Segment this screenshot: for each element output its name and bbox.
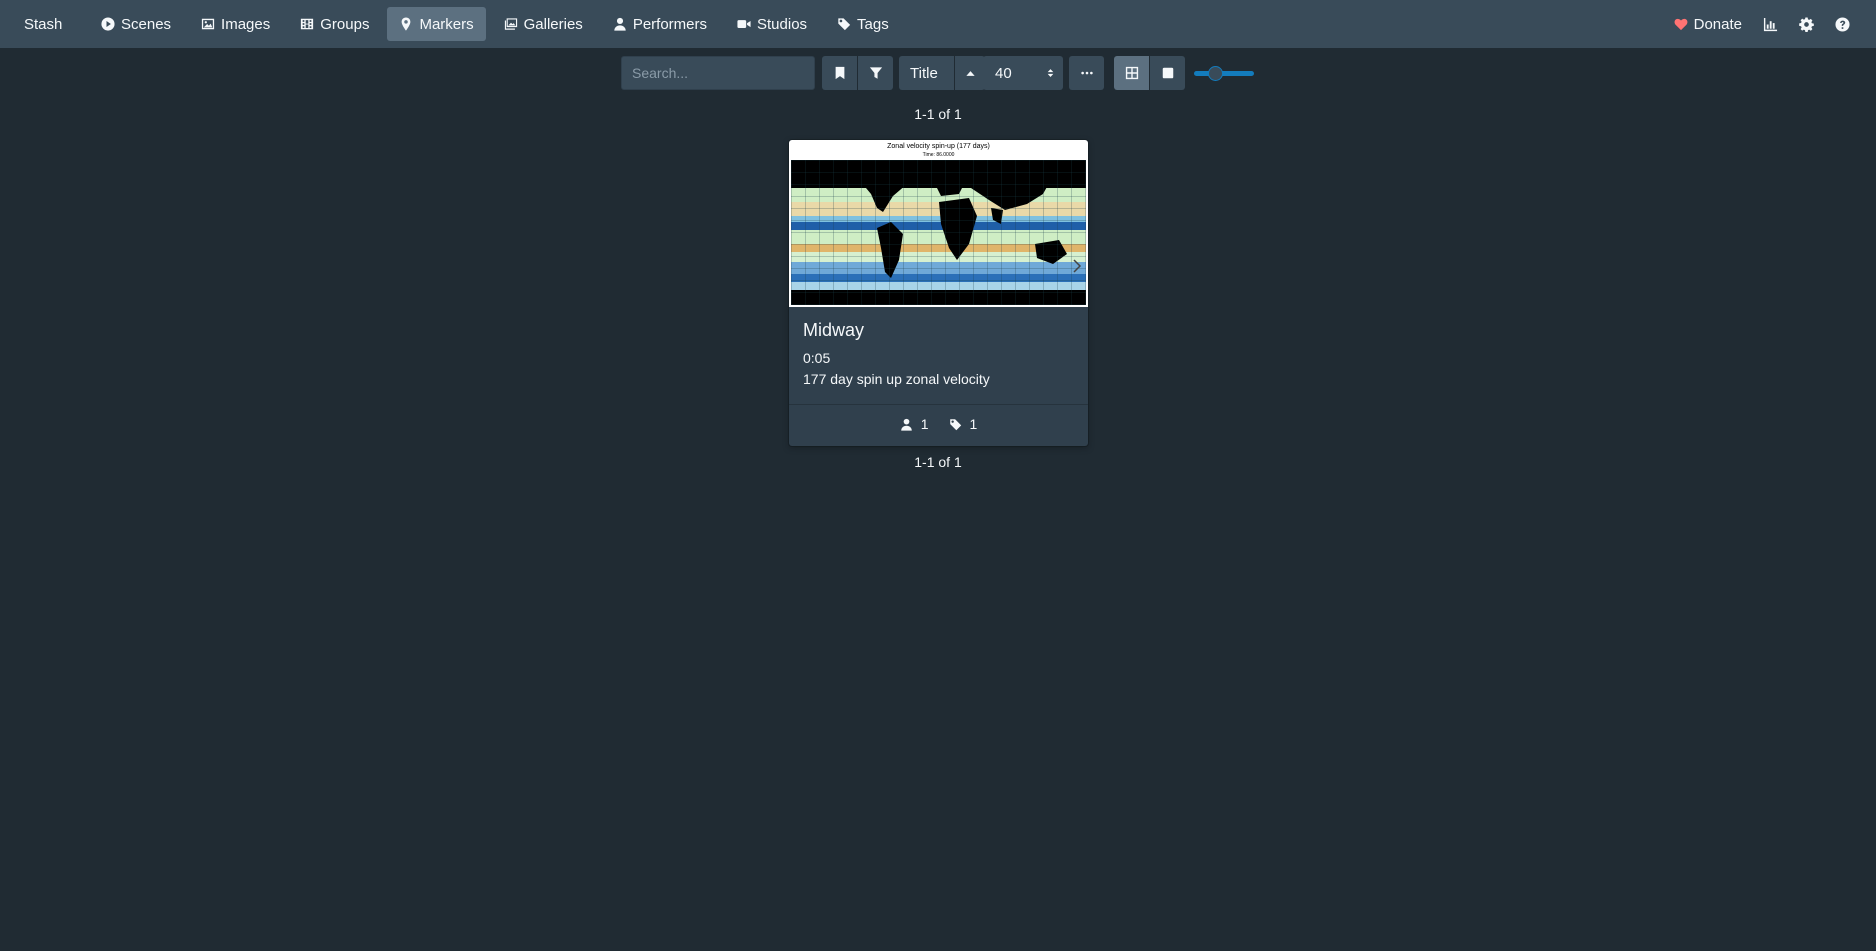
per-page-select[interactable]: 40: [983, 56, 1063, 90]
nav-item-images[interactable]: Images: [189, 7, 282, 41]
sort-arrows-icon: [1047, 69, 1054, 77]
nav-item-performers[interactable]: Performers: [601, 7, 719, 41]
heart-icon: [1674, 18, 1688, 31]
zoom-slider-thumb[interactable]: [1208, 66, 1223, 81]
nav-item-label: Groups: [320, 15, 370, 33]
tag-icon: [837, 18, 851, 31]
more-options-button[interactable]: [1069, 56, 1104, 90]
ellipsis-icon: [1080, 71, 1093, 75]
square-icon: [1162, 67, 1173, 79]
marker-time: 0:05: [803, 350, 831, 366]
nav-item-label: Performers: [632, 15, 707, 33]
marker-description: 177 day spin up zonal velocity: [803, 371, 990, 387]
donate-button[interactable]: Donate: [1664, 7, 1752, 41]
settings-button[interactable]: [1788, 7, 1824, 41]
video-icon: [737, 20, 751, 28]
world-map-image: [791, 160, 1086, 305]
nav-item-markers[interactable]: Markers: [387, 7, 486, 41]
nav-item-groups[interactable]: Groups: [288, 7, 381, 41]
pagination-count-top: 1-1 of 1: [914, 106, 962, 122]
play-circle-icon: [101, 17, 115, 31]
brand-link[interactable]: Stash: [24, 0, 62, 48]
gear-icon: [1798, 16, 1814, 32]
grid-icon: [1125, 66, 1138, 80]
nav-item-label: Images: [221, 15, 271, 33]
nav-item-tags[interactable]: Tags: [825, 7, 901, 41]
preview-image-subtitle: Time: 86.0000: [922, 152, 955, 158]
performer-count-button[interactable]: 1: [890, 412, 939, 436]
card-popovers: 1 1: [789, 412, 1088, 436]
image-icon: [201, 18, 215, 30]
marker-preview[interactable]: Zonal velocity spin-up (177 days) Time: …: [789, 140, 1088, 307]
nav-right: Donate: [1664, 7, 1860, 41]
user-icon: [900, 418, 912, 431]
chart-icon: [1763, 17, 1777, 31]
nav-item-label: Studios: [757, 15, 808, 33]
images-icon: [504, 18, 517, 30]
nav-item-label: Galleries: [523, 15, 583, 33]
saved-filters-button[interactable]: [822, 56, 857, 90]
tag-count-button[interactable]: 1: [939, 412, 988, 436]
main-nav: Scenes Images Groups Markers Galleries P…: [89, 7, 907, 41]
nav-item-label: Scenes: [121, 15, 172, 33]
nav-item-studios[interactable]: Studios: [725, 7, 819, 41]
help-icon: [1834, 16, 1850, 32]
help-button[interactable]: [1824, 7, 1860, 41]
nav-item-label: Tags: [857, 15, 889, 33]
sort-by-label: Title: [910, 64, 938, 82]
user-icon: [614, 17, 626, 31]
navbar: Stash Scenes Images Groups Markers Galle…: [0, 0, 1876, 48]
pagination-count-bottom: 1-1 of 1: [914, 454, 962, 470]
stats-button[interactable]: [1752, 7, 1788, 41]
bookmark-icon: [835, 66, 844, 80]
sort-direction-button[interactable]: [955, 56, 985, 90]
marker-title[interactable]: Midway: [803, 320, 864, 341]
nav-item-scenes[interactable]: Scenes: [89, 7, 183, 41]
map-marker-icon: [402, 17, 411, 31]
per-page-value: 40: [995, 64, 1012, 82]
performer-count: 1: [920, 416, 929, 432]
caret-up-icon: [965, 70, 975, 76]
filter-button[interactable]: [858, 56, 893, 90]
card-divider: [789, 404, 1088, 405]
tag-count: 1: [969, 416, 978, 432]
grid-view-button[interactable]: [1114, 56, 1149, 90]
film-icon: [301, 18, 314, 30]
wall-view-button[interactable]: [1150, 56, 1185, 90]
preview-image-title: Zonal velocity spin-up (177 days): [887, 143, 990, 150]
marker-card[interactable]: Zonal velocity spin-up (177 days) Time: …: [789, 140, 1088, 446]
nav-item-galleries[interactable]: Galleries: [492, 7, 595, 41]
tag-icon: [949, 418, 961, 430]
nav-item-label: Markers: [419, 15, 474, 33]
zoom-slider[interactable]: [1194, 66, 1254, 81]
sort-by-dropdown[interactable]: Title: [899, 56, 954, 90]
donate-label: Donate: [1693, 15, 1742, 33]
search-input[interactable]: [621, 56, 815, 90]
filter-icon: [869, 67, 882, 79]
